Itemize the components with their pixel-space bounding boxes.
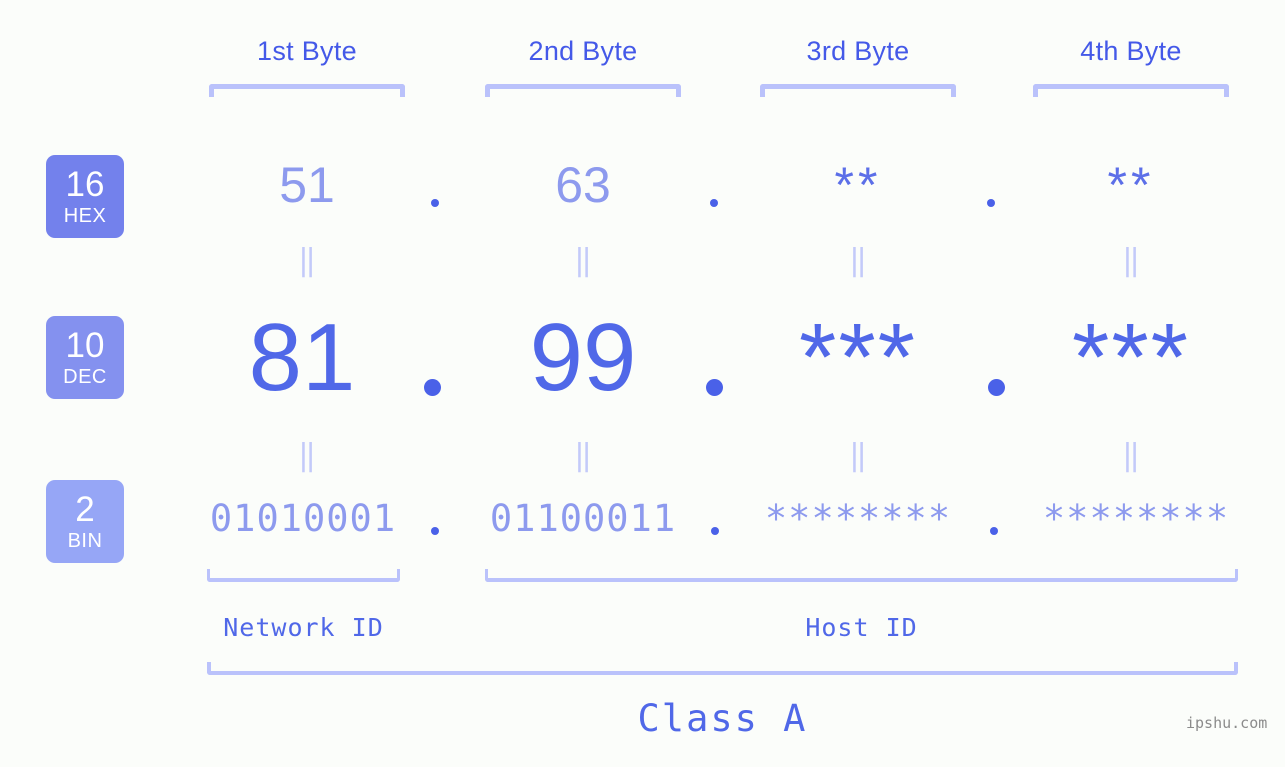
byte-header-4: 4th Byte (1080, 36, 1182, 66)
host-id-label: Host ID (805, 613, 918, 642)
radix-badge-hex: 16 HEX (46, 155, 124, 238)
hex-separator-dot-3 (987, 199, 995, 207)
host-id-bracket (485, 569, 1238, 582)
equality-mark-dec-bin-4: ‖ (1121, 438, 1141, 473)
hex-byte-3: ** (834, 157, 882, 213)
radix-badge-dec: 10 DEC (46, 316, 124, 399)
byte-bracket-3 (760, 84, 956, 97)
dec-byte-1: 81 (248, 304, 356, 411)
bin-separator-dot-2 (711, 527, 719, 535)
hex-byte-1: 51 (279, 157, 335, 213)
bin-byte-4: ******** (1042, 497, 1230, 540)
radix-badge-bin: 2 BIN (46, 480, 124, 563)
hex-byte-4: ** (1107, 157, 1155, 213)
network-id-bracket (207, 569, 400, 582)
radix-badge-hex-number: 16 (65, 165, 105, 204)
equality-mark-dec-bin-3: ‖ (848, 438, 868, 473)
equality-mark-hex-dec-1: ‖ (297, 243, 317, 278)
byte-header-3: 3rd Byte (806, 36, 910, 66)
equality-mark-dec-bin-2: ‖ (573, 438, 593, 473)
radix-badge-dec-number: 10 (65, 326, 105, 365)
site-watermark: ipshu.com (1186, 714, 1268, 732)
dec-separator-dot-3 (988, 379, 1005, 396)
byte-header-2: 2nd Byte (528, 36, 638, 66)
hex-byte-2: 63 (555, 157, 611, 213)
hex-separator-dot-1 (431, 199, 439, 207)
dec-separator-dot-2 (706, 379, 723, 396)
radix-badge-bin-number: 2 (75, 490, 95, 529)
hex-separator-dot-2 (710, 199, 718, 207)
equality-mark-hex-dec-2: ‖ (573, 243, 593, 278)
radix-badge-dec-name: DEC (63, 366, 107, 388)
dec-byte-3: *** (798, 304, 918, 411)
ip-address-breakdown-diagram: 1st Byte 2nd Byte 3rd Byte 4th Byte 16 H… (0, 0, 1285, 767)
class-bracket (207, 662, 1238, 675)
bin-byte-1: 01010001 (209, 497, 397, 540)
network-id-label: Network ID (223, 613, 384, 642)
radix-badge-hex-name: HEX (63, 205, 107, 227)
byte-bracket-1 (209, 84, 405, 97)
byte-header-1: 1st Byte (257, 36, 357, 66)
class-label: Class A (637, 697, 808, 740)
dec-separator-dot-1 (424, 379, 441, 396)
equality-mark-hex-dec-4: ‖ (1121, 243, 1141, 278)
equality-mark-dec-bin-1: ‖ (297, 438, 317, 473)
bin-byte-2: 01100011 (489, 497, 677, 540)
bin-separator-dot-1 (431, 527, 439, 535)
byte-bracket-2 (485, 84, 681, 97)
bin-separator-dot-3 (990, 527, 998, 535)
byte-bracket-4 (1033, 84, 1229, 97)
bin-byte-3: ******** (764, 497, 952, 540)
equality-mark-hex-dec-3: ‖ (848, 243, 868, 278)
radix-badge-bin-name: BIN (67, 530, 103, 552)
dec-byte-2: 99 (529, 304, 637, 411)
dec-byte-4: *** (1071, 304, 1191, 411)
